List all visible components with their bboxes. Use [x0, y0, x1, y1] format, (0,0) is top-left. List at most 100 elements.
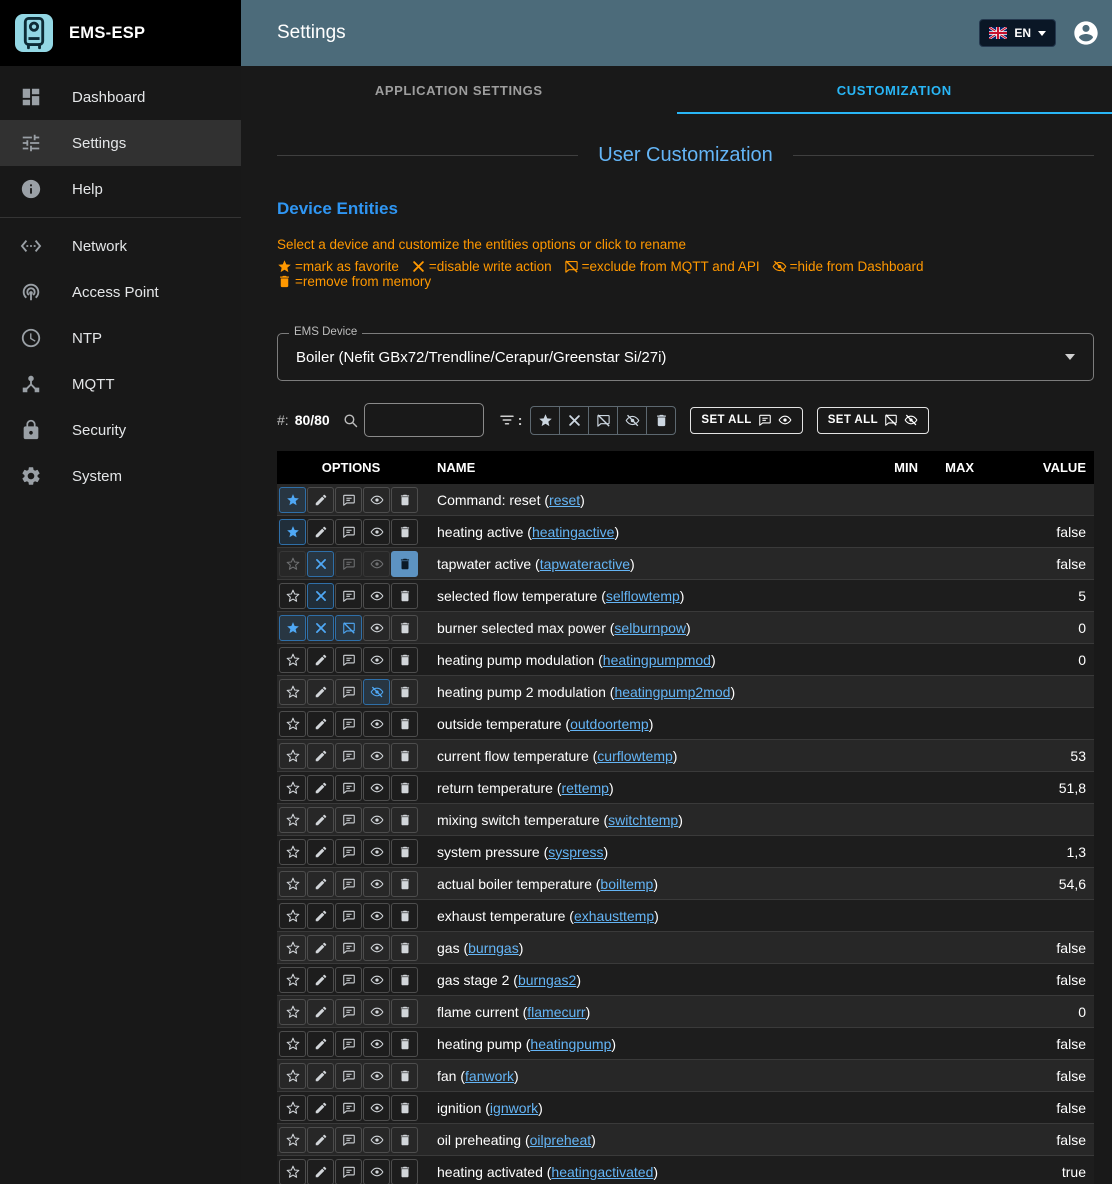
- sidebar-item-ntp[interactable]: NTP: [0, 315, 241, 361]
- entity-shortname-link[interactable]: rettemp: [562, 780, 609, 796]
- tab-customization[interactable]: CUSTOMIZATION: [677, 66, 1112, 114]
- entity-shortname-link[interactable]: selburnpow: [614, 620, 686, 636]
- entity-shortname-link[interactable]: outdoortemp: [570, 716, 649, 732]
- entity-shortname-link[interactable]: burngas: [468, 940, 519, 956]
- favorite-toggle[interactable]: [279, 839, 306, 865]
- remove-memory-toggle[interactable]: [391, 519, 418, 545]
- dashboard-visibility-toggle[interactable]: [363, 935, 390, 961]
- write-action-toggle[interactable]: [307, 551, 334, 577]
- write-action-toggle[interactable]: [307, 583, 334, 609]
- mqtt-exclude-toggle[interactable]: [335, 775, 362, 801]
- remove-memory-toggle[interactable]: [391, 551, 418, 577]
- write-action-toggle[interactable]: [307, 711, 334, 737]
- dashboard-visibility-toggle[interactable]: [363, 519, 390, 545]
- dashboard-visibility-toggle[interactable]: [363, 711, 390, 737]
- tab-application-settings[interactable]: APPLICATION SETTINGS: [241, 66, 677, 114]
- favorite-toggle[interactable]: [279, 1031, 306, 1057]
- write-action-toggle[interactable]: [307, 1159, 334, 1184]
- favorite-toggle[interactable]: [279, 775, 306, 801]
- mqtt-exclude-toggle[interactable]: [335, 903, 362, 929]
- dashboard-visibility-toggle[interactable]: [363, 679, 390, 705]
- favorite-toggle[interactable]: [279, 1159, 306, 1184]
- dashboard-visibility-toggle[interactable]: [363, 1063, 390, 1089]
- entity-shortname-link[interactable]: heatingpump2mod: [614, 684, 730, 700]
- filter-mqtt-excluded-toggle[interactable]: [588, 406, 618, 435]
- entity-shortname-link[interactable]: heatingpump: [530, 1036, 611, 1052]
- remove-memory-toggle[interactable]: [391, 743, 418, 769]
- favorite-toggle[interactable]: [279, 679, 306, 705]
- mqtt-exclude-toggle[interactable]: [335, 935, 362, 961]
- remove-memory-toggle[interactable]: [391, 903, 418, 929]
- entity-search-input[interactable]: [364, 403, 484, 437]
- write-action-toggle[interactable]: [307, 519, 334, 545]
- sidebar-item-system[interactable]: System: [0, 453, 241, 499]
- remove-memory-toggle[interactable]: [391, 1031, 418, 1057]
- write-action-toggle[interactable]: [307, 1063, 334, 1089]
- write-action-toggle[interactable]: [307, 679, 334, 705]
- remove-memory-toggle[interactable]: [391, 487, 418, 513]
- filter-write-disabled-toggle[interactable]: [559, 406, 589, 435]
- write-action-toggle[interactable]: [307, 615, 334, 641]
- ems-device-select[interactable]: EMS Device Boiler (Nefit GBx72/Trendline…: [277, 333, 1094, 381]
- mqtt-exclude-toggle[interactable]: [335, 583, 362, 609]
- remove-memory-toggle[interactable]: [391, 871, 418, 897]
- remove-memory-toggle[interactable]: [391, 1063, 418, 1089]
- remove-memory-toggle[interactable]: [391, 711, 418, 737]
- remove-memory-toggle[interactable]: [391, 1159, 418, 1184]
- favorite-toggle[interactable]: [279, 711, 306, 737]
- sidebar-item-help[interactable]: Help: [0, 166, 241, 212]
- favorite-toggle[interactable]: [279, 1095, 306, 1121]
- remove-memory-toggle[interactable]: [391, 1095, 418, 1121]
- mqtt-exclude-toggle[interactable]: [335, 1095, 362, 1121]
- sidebar-item-dashboard[interactable]: Dashboard: [0, 74, 241, 120]
- favorite-toggle[interactable]: [279, 807, 306, 833]
- favorite-toggle[interactable]: [279, 1063, 306, 1089]
- remove-memory-toggle[interactable]: [391, 807, 418, 833]
- entity-shortname-link[interactable]: flamecurr: [527, 1004, 585, 1020]
- entity-shortname-link[interactable]: ignwork: [490, 1100, 538, 1116]
- favorite-toggle[interactable]: [279, 583, 306, 609]
- sidebar-item-settings[interactable]: Settings: [0, 120, 241, 166]
- mqtt-exclude-toggle[interactable]: [335, 615, 362, 641]
- dashboard-visibility-toggle[interactable]: [363, 647, 390, 673]
- dashboard-visibility-toggle[interactable]: [363, 807, 390, 833]
- entity-shortname-link[interactable]: reset: [549, 492, 580, 508]
- dashboard-visibility-toggle[interactable]: [363, 583, 390, 609]
- dashboard-visibility-toggle[interactable]: [363, 967, 390, 993]
- entity-shortname-link[interactable]: switchtemp: [608, 812, 678, 828]
- write-action-toggle[interactable]: [307, 871, 334, 897]
- mqtt-exclude-toggle[interactable]: [335, 487, 362, 513]
- set-all-hidden-button[interactable]: SET ALL: [817, 407, 929, 434]
- remove-memory-toggle[interactable]: [391, 775, 418, 801]
- mqtt-exclude-toggle[interactable]: [335, 1127, 362, 1153]
- mqtt-exclude-toggle[interactable]: [335, 743, 362, 769]
- mqtt-exclude-toggle[interactable]: [335, 1031, 362, 1057]
- language-selector[interactable]: EN: [979, 19, 1056, 47]
- account-icon[interactable]: [1072, 19, 1100, 47]
- mqtt-exclude-toggle[interactable]: [335, 519, 362, 545]
- write-action-toggle[interactable]: [307, 1031, 334, 1057]
- favorite-toggle[interactable]: [279, 519, 306, 545]
- remove-memory-toggle[interactable]: [391, 967, 418, 993]
- entity-shortname-link[interactable]: heatingactive: [532, 524, 615, 540]
- dashboard-visibility-toggle[interactable]: [363, 999, 390, 1025]
- entity-shortname-link[interactable]: tapwateractive: [540, 556, 630, 572]
- mqtt-exclude-toggle[interactable]: [335, 551, 362, 577]
- dashboard-visibility-toggle[interactable]: [363, 903, 390, 929]
- remove-memory-toggle[interactable]: [391, 679, 418, 705]
- dashboard-visibility-toggle[interactable]: [363, 487, 390, 513]
- favorite-toggle[interactable]: [279, 935, 306, 961]
- dashboard-visibility-toggle[interactable]: [363, 1095, 390, 1121]
- dashboard-visibility-toggle[interactable]: [363, 615, 390, 641]
- mqtt-exclude-toggle[interactable]: [335, 807, 362, 833]
- entity-shortname-link[interactable]: exhausttemp: [574, 908, 654, 924]
- entity-shortname-link[interactable]: boiltemp: [600, 876, 653, 892]
- mqtt-exclude-toggle[interactable]: [335, 871, 362, 897]
- remove-memory-toggle[interactable]: [391, 839, 418, 865]
- favorite-toggle[interactable]: [279, 487, 306, 513]
- write-action-toggle[interactable]: [307, 1095, 334, 1121]
- entity-shortname-link[interactable]: curflowtemp: [597, 748, 672, 764]
- write-action-toggle[interactable]: [307, 839, 334, 865]
- dashboard-visibility-toggle[interactable]: [363, 551, 390, 577]
- entity-shortname-link[interactable]: fanwork: [465, 1068, 514, 1084]
